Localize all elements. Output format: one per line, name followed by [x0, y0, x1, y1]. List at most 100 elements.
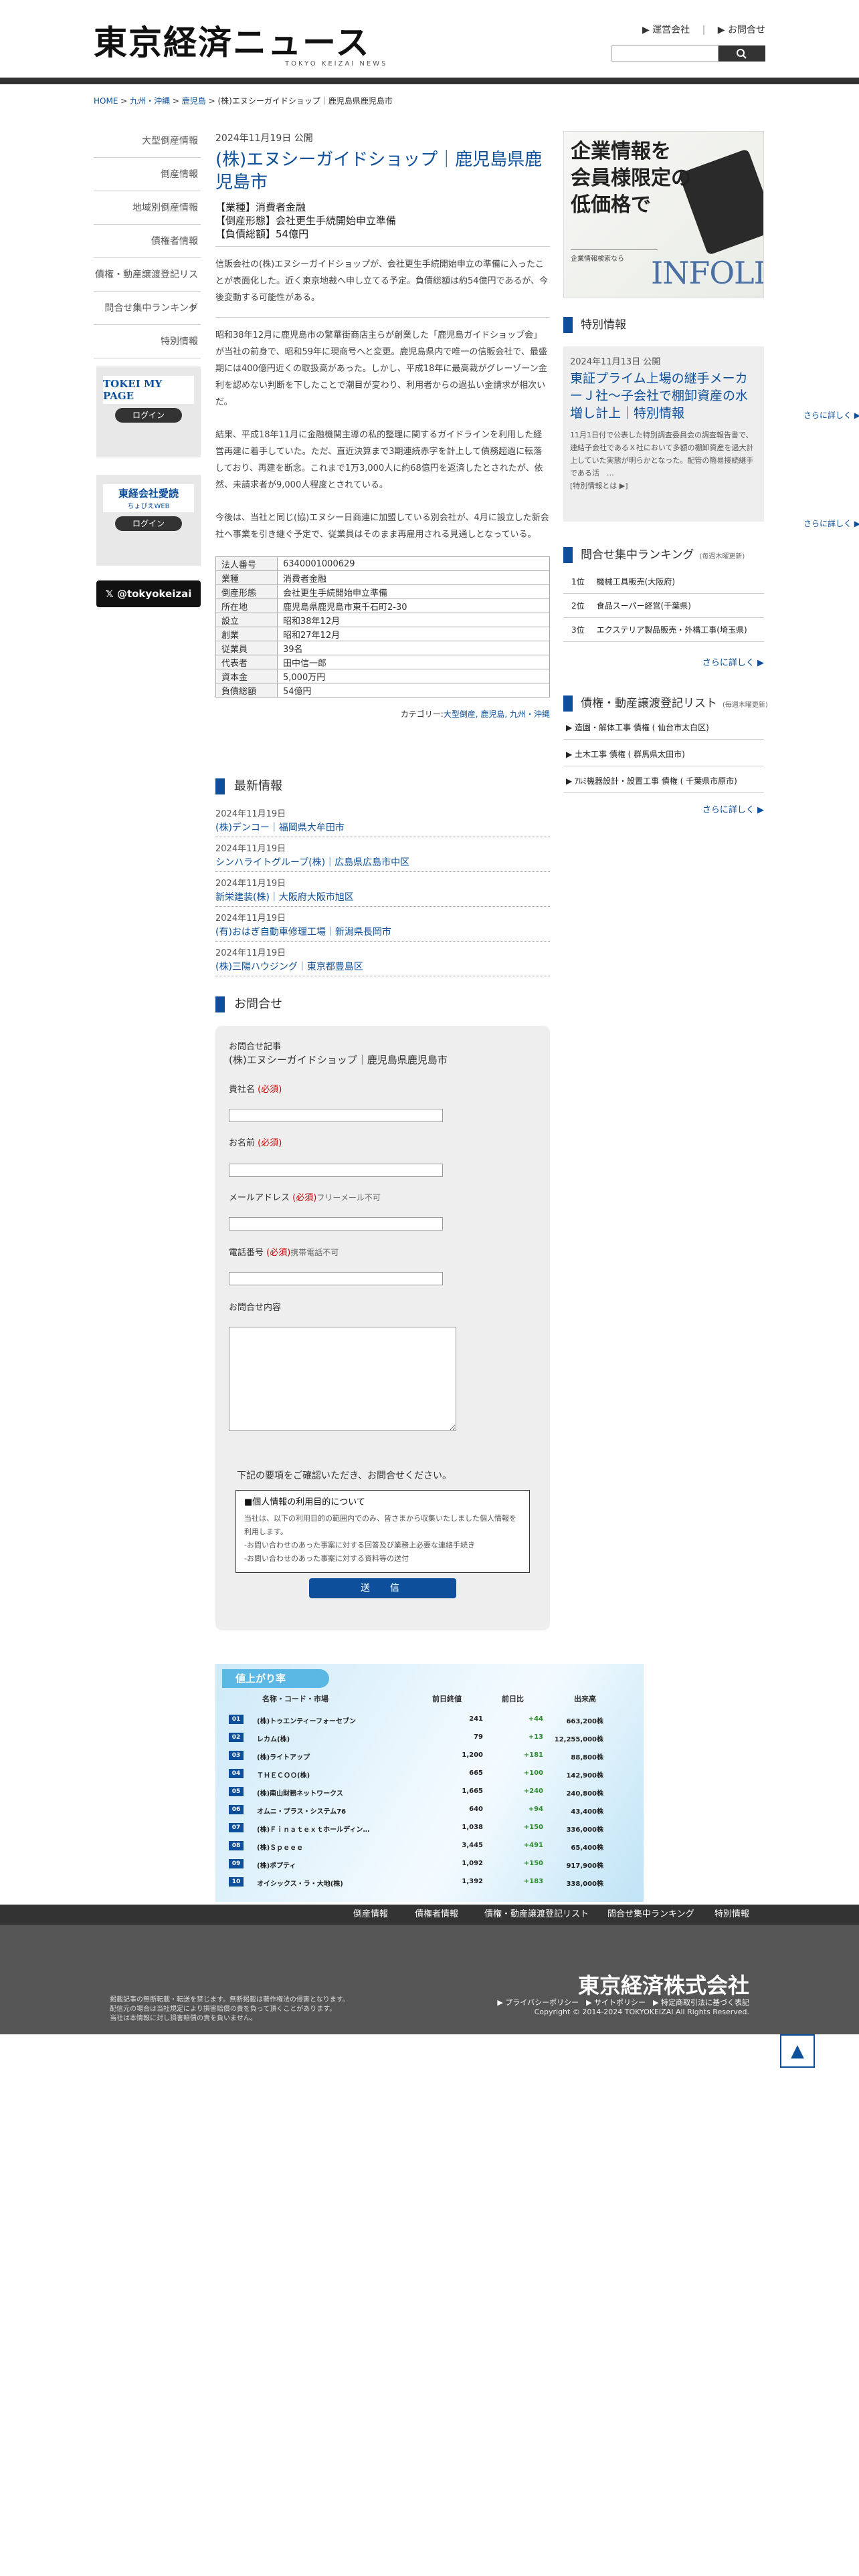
news-title[interactable]: (株)三陽ハウジング｜東京都豊島区	[215, 960, 550, 973]
debt-item[interactable]: ▶ ｱﾙﾐ機器設計・設置工事 債権 ( 千葉県市原市)	[563, 769, 764, 793]
category-links[interactable]: 大型倒産, 鹿児島, 九州・沖縄	[444, 710, 550, 719]
info-key: 資本金	[215, 669, 278, 683]
leftnav-creditors[interactable]: 債権者情報	[94, 225, 201, 258]
contact-link[interactable]: ▶ お問合せ	[718, 23, 765, 36]
info-key: 従業員	[215, 641, 278, 655]
breadcrumb-home[interactable]: HOME	[94, 96, 118, 106]
ranking-item[interactable]: 2位 食品スーパー経営(千葉県)	[563, 594, 764, 618]
leftnav-large[interactable]: 大型倒産情報	[94, 124, 201, 158]
company-link[interactable]: ▶ 運営会社	[642, 23, 690, 36]
content-field[interactable]	[229, 1327, 456, 1431]
info-value: 田中信一郎	[277, 655, 550, 669]
privacy-text: -お問い合わせのあった事案に対する回答及び業務上必要な連絡手続き	[244, 1541, 475, 1549]
stock-volume: 917,900株	[566, 1862, 603, 1870]
rank-number: 09	[229, 1859, 244, 1868]
ad-headline: 企業情報を 会員様限定の 低価格で	[571, 140, 691, 217]
special-title[interactable]: 東証プライム上場の継手メーカーＪ社～子会社で棚卸資産の水増し計上｜特別情報	[570, 370, 757, 422]
leftnav-bankruptcy[interactable]: 倒産情報	[94, 158, 201, 191]
footer-link[interactable]: 特別情報	[714, 1905, 749, 1925]
special-about-link[interactable]: [特別情報とは ▶]	[570, 479, 757, 492]
info-row: 法人番号 6340001000629	[215, 556, 550, 571]
leftnav-special[interactable]: 特別情報	[94, 325, 201, 358]
ranking-item[interactable]: 3位 エクステリア製品販売・外構工事(埼玉県)	[563, 618, 764, 642]
info-row: 資本金 5,000万円	[215, 669, 550, 683]
x-logo-icon: 𝕏	[105, 588, 117, 600]
footer-link[interactable]: 債権者情報	[415, 1905, 458, 1925]
article-paragraph: 結果、平成18年11月に金融機関主導の私的整理に関するガイドラインを利用した経営…	[215, 430, 543, 490]
news-item[interactable]: 2024年11月19日 (株)デンコー｜福岡県大牟田市	[215, 802, 550, 837]
debt-item[interactable]: ▶ 造園・解体工事 債権 ( 仙台市太白区)	[563, 716, 764, 740]
name-field[interactable]	[229, 1164, 443, 1177]
leftnav-debt-list[interactable]: 債権・動産譲渡登記リスト	[94, 258, 201, 314]
news-title[interactable]: (有)おはぎ自動車修理工場｜新潟県長岡市	[215, 925, 550, 938]
infolink-ad[interactable]: 企業情報を会員様限定の低価格で 企業情報検索なら INFOLINK21	[563, 131, 764, 298]
search-button[interactable]	[719, 45, 765, 62]
reader-logo[interactable]: 東経会社愛読 ちょびえWEB	[103, 484, 194, 512]
stock-row: 06 オムニ・プラス・システム76 640 +94 43,400株	[229, 1802, 630, 1818]
stock-ranking-banner[interactable]: 値上がり率 名称・コード・市場 前日終値 前日比 出来高 01 (株)トゥエンティ…	[215, 1664, 644, 1902]
info-row: 設立 昭和38年12月	[215, 613, 550, 627]
special-info-box[interactable]: 2024年11月13日 公開 東証プライム上場の継手メーカーＪ社～子会社で棚卸資…	[563, 346, 764, 522]
reader-promo: 東経会社愛読 ちょびえWEB さらに詳しく ▶ ログイン	[96, 475, 859, 566]
news-title[interactable]: シンハライトグループ(株)｜広島県広島市中区	[215, 855, 550, 869]
privacy-box[interactable]: ■個人情報の利用目的について 当社は、以下の利用目的の範囲内でのみ、皆さまから収…	[235, 1490, 530, 1573]
site-header: 東京経済ニュース TOKYO KEIZAI NEWS ▶ 運営会社 | ▶ お問…	[0, 0, 859, 80]
breadcrumb-region[interactable]: 九州・沖縄	[130, 96, 170, 106]
privacy-text: -お問い合わせのあった事案に対する資料等の送付	[244, 1554, 409, 1563]
news-item[interactable]: 2024年11月19日 新栄建装(株)｜大阪府大阪市旭区	[215, 872, 550, 907]
footer-policy-links[interactable]: ▶ プライバシーポリシー ▶ サイトポリシー ▶ 特定商取引法に基づく表記	[497, 1997, 749, 2008]
footer-link[interactable]: 債権・動産譲渡登記リスト	[484, 1905, 589, 1925]
stock-name: ＴＨＥＣＯＯ(株)	[257, 1772, 310, 1780]
news-title[interactable]: 新栄建装(株)｜大阪府大阪市旭区	[215, 890, 550, 903]
logo-text: 東京経済ニュース	[94, 23, 371, 62]
info-value: 5,000万円	[277, 669, 550, 683]
footer: 掲載記事の無断転載・転送を禁じます。無断掲載は著作権法の侵害となります。 配信元の…	[0, 1925, 859, 2034]
news-date: 2024年11月19日	[215, 809, 286, 819]
phone-field[interactable]	[229, 1272, 443, 1285]
back-to-top-button[interactable]: ▲	[780, 2034, 815, 2068]
footer-link[interactable]: 問合せ集中ランキング	[607, 1905, 694, 1925]
footer-link[interactable]: 倒産情報	[353, 1905, 388, 1925]
article-date: 2024年11月19日 公開	[215, 133, 313, 144]
stock-volume: 240,800株	[566, 1790, 603, 1798]
leftnav-ranking[interactable]: 問合せ集中ランキング	[94, 292, 201, 325]
news-item[interactable]: 2024年11月19日 (有)おはぎ自動車修理工場｜新潟県長岡市	[215, 907, 550, 942]
reader-login-button[interactable]: ログイン	[115, 516, 182, 531]
search-input[interactable]	[611, 45, 719, 62]
breadcrumb-pref[interactable]: 鹿児島	[182, 96, 206, 106]
name-label: お名前 (必須)	[229, 1138, 282, 1148]
stock-volume: 88,800株	[571, 1754, 603, 1761]
email-field[interactable]	[229, 1217, 443, 1230]
news-title[interactable]: (株)デンコー｜福岡県大牟田市	[215, 821, 550, 834]
stock-volume: 663,200株	[566, 1718, 603, 1725]
stock-change: +44	[528, 1715, 543, 1723]
stock-name: オイシックス・ラ・大地(株)	[257, 1881, 343, 1888]
company-field[interactable]	[229, 1109, 443, 1122]
stock-change: +94	[528, 1806, 543, 1813]
contact-heading: お問合せ	[215, 996, 282, 1012]
stock-volume: 142,900株	[566, 1772, 603, 1780]
ranking-item[interactable]: 1位 機械工具販売(大阪府)	[563, 570, 764, 594]
info-value: 6340001000629	[277, 556, 550, 571]
stock-name: (株)ポプティ	[257, 1862, 296, 1870]
submit-button[interactable]: 送 信	[309, 1578, 456, 1598]
info-value: 昭和38年12月	[277, 613, 550, 627]
stock-close: 1,200	[462, 1751, 483, 1759]
leftnav-regional[interactable]: 地域別倒産情報	[94, 191, 201, 225]
stock-change: +240	[523, 1788, 543, 1795]
x-follow-button[interactable]: 𝕏 @tokyokeizai	[96, 580, 201, 607]
stock-name: (株)トゥエンティーフォーセブン	[257, 1718, 356, 1725]
ranking-more-link[interactable]: さらに詳しく ▶	[563, 655, 764, 668]
form-subject: (株)エヌシーガイドショップ｜鹿児島県鹿児島市	[229, 1054, 448, 1066]
mypage-logo[interactable]: TOKEI MY PAGE	[103, 376, 194, 404]
stock-name: レカム(株)	[257, 1736, 290, 1743]
debt-more-link[interactable]: さらに詳しく ▶	[563, 802, 764, 815]
mypage-login-button[interactable]: ログイン	[115, 408, 182, 423]
news-item[interactable]: 2024年11月19日 シンハライトグループ(株)｜広島県広島市中区	[215, 837, 550, 872]
info-row: 業種 消費者金融	[215, 570, 550, 585]
header-bar	[0, 78, 859, 84]
left-nav: 大型倒産情報 倒産情報 地域別倒産情報 債権者情報 債権・動産譲渡登記リスト 問…	[94, 124, 201, 358]
site-logo[interactable]: 東京経済ニュース TOKYO KEIZAI NEWS	[94, 23, 385, 68]
news-item[interactable]: 2024年11月19日 (株)三陽ハウジング｜東京都豊島区	[215, 942, 550, 976]
debt-item[interactable]: ▶ 土木工事 債権 ( 群馬県太田市)	[563, 742, 764, 766]
